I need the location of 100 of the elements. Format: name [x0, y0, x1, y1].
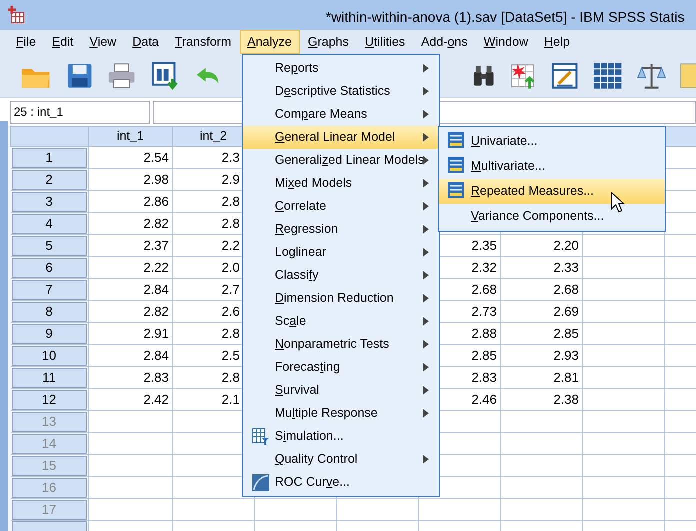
table-cell: 2.81	[554, 370, 579, 385]
row-number[interactable]: 8	[12, 302, 87, 322]
menu-item[interactable]: Loglinear	[243, 241, 439, 264]
menu-item[interactable]: Simulation...	[243, 425, 439, 448]
submenu-arrow-icon	[423, 455, 429, 464]
row-number[interactable]: 7	[12, 280, 87, 300]
row-number[interactable]: 5	[12, 236, 87, 256]
menu-item[interactable]: Reports	[243, 57, 439, 80]
table-cell: 2.86	[144, 194, 169, 209]
table-cell: 2.33	[554, 260, 579, 275]
table-cell: 2.22	[144, 260, 169, 275]
submenu-arrow-icon	[423, 179, 429, 188]
submenu-arrow-icon	[423, 133, 429, 142]
table-cell: 2.7	[222, 282, 240, 297]
row-number[interactable]: 12	[12, 390, 87, 410]
submenu-arrow-icon	[423, 317, 429, 326]
menu-item[interactable]: Mixed Models	[243, 172, 439, 195]
table-cell: 2.32	[472, 260, 497, 275]
table-cell: 2.85	[554, 326, 579, 341]
table-cell: 2.2	[222, 238, 240, 253]
cell-reference: 25 : int_1	[10, 100, 150, 124]
menu-item[interactable]: Generalized Linear Models	[243, 149, 439, 172]
row-number[interactable]: 4	[12, 214, 87, 234]
table-cell: 2.8	[222, 194, 240, 209]
menu-item[interactable]: View	[82, 30, 125, 54]
row-number[interactable]: 3	[12, 192, 87, 212]
table-cell: 2.8	[222, 370, 240, 385]
menu-item[interactable]: Scale	[243, 310, 439, 333]
menu-item[interactable]: Univariate...	[439, 129, 665, 154]
grid-badge-icon	[448, 157, 464, 173]
printer-icon[interactable]	[107, 62, 137, 90]
row-number[interactable]: 1	[12, 148, 87, 168]
table-cell: 2.83	[472, 370, 497, 385]
submenu-arrow-icon	[423, 110, 429, 119]
table-cell: 2.98	[144, 172, 169, 187]
menu-item[interactable]: Variance Components...	[439, 204, 665, 229]
table-cell: 2.8	[222, 216, 240, 231]
submenu-arrow-icon	[423, 363, 429, 372]
menu-item[interactable]: Transform	[167, 30, 240, 54]
row-number[interactable]: 9	[12, 324, 87, 344]
row-number[interactable]: 6	[12, 258, 87, 278]
row-number[interactable]: 10	[12, 346, 87, 366]
row-number[interactable]: 2	[12, 170, 87, 190]
table-cell: 2.88	[472, 326, 497, 341]
menu-item[interactable]: Quality Control	[243, 448, 439, 471]
grid-icon	[252, 428, 270, 446]
menu-item[interactable]: Multivariate...	[439, 154, 665, 179]
table-cell: 2.9	[222, 172, 240, 187]
row-number[interactable]: 11	[12, 368, 87, 388]
menu-item[interactable]: Help	[536, 30, 578, 54]
menu-item[interactable]: General Linear Model	[243, 126, 439, 149]
submenu-arrow-icon	[423, 248, 429, 257]
menu-item[interactable]: File	[8, 30, 44, 54]
menu-item[interactable]: Repeated Measures...	[439, 179, 665, 204]
menu-item[interactable]: Compare Means	[243, 103, 439, 126]
submenu-arrow-icon	[423, 225, 429, 234]
table-cell: 2.46	[472, 392, 497, 407]
table-cell: 2.42	[144, 392, 169, 407]
menu-item[interactable]: Survival	[243, 379, 439, 402]
app-icon[interactable]	[6, 5, 26, 25]
table-cell: 2.0	[222, 260, 240, 275]
menu-item[interactable]: Utilities	[357, 30, 414, 54]
table-cell: 2.84	[144, 348, 169, 363]
menu-item[interactable]: Forecasting	[243, 356, 439, 379]
chart-builder-icon[interactable]	[551, 62, 579, 90]
menu-item[interactable]: ROC Curve...	[243, 471, 439, 494]
menu-item[interactable]: Regression	[243, 218, 439, 241]
menu-item[interactable]: Dimension Reduction	[243, 287, 439, 310]
column-header[interactable]: int_1	[88, 126, 172, 146]
table-cell: 2.73	[472, 304, 497, 319]
submenu-arrow-icon	[423, 294, 429, 303]
menu-item[interactable]: Correlate	[243, 195, 439, 218]
submenu-arrow-icon	[423, 87, 429, 96]
table-cell: 2.8	[222, 326, 240, 341]
window-title: *within-within-anova (1).sav [DataSet5] - IBM SPSS Statis	[326, 8, 685, 27]
submenu-arrow-icon	[423, 340, 429, 349]
menu-item[interactable]: Graphs	[300, 30, 358, 54]
save-icon[interactable]	[66, 62, 94, 90]
menu-item[interactable]: Window	[476, 30, 536, 54]
table-cell: 2.68	[472, 282, 497, 297]
menu-item[interactable]: Classify	[243, 264, 439, 287]
menu-item[interactable]: Edit	[44, 30, 82, 54]
table-cell: 2.5	[222, 348, 240, 363]
table-cell: 2.83	[144, 370, 169, 385]
menu-item[interactable]: Data	[124, 30, 168, 54]
menu-item[interactable]: Multiple Response	[243, 402, 439, 425]
curve-icon	[252, 474, 270, 492]
table-cell: 2.84	[144, 282, 169, 297]
binoculars-icon[interactable]	[472, 64, 496, 88]
menu-item[interactable]: Add-ons	[413, 30, 476, 54]
table-cell: 2.93	[554, 348, 579, 363]
table-cell: 2.3	[222, 150, 240, 165]
table-cell: 2.68	[554, 282, 579, 297]
grid-badge-icon	[448, 132, 464, 148]
menu-item[interactable]: Nonparametric Tests	[243, 333, 439, 356]
table-cell: 2.37	[144, 238, 169, 253]
menu-item[interactable]: Descriptive Statistics	[243, 80, 439, 103]
table-cell: 2.69	[554, 304, 579, 319]
table-cell: 2.82	[144, 216, 169, 231]
menu-item[interactable]: Analyze	[240, 30, 300, 54]
